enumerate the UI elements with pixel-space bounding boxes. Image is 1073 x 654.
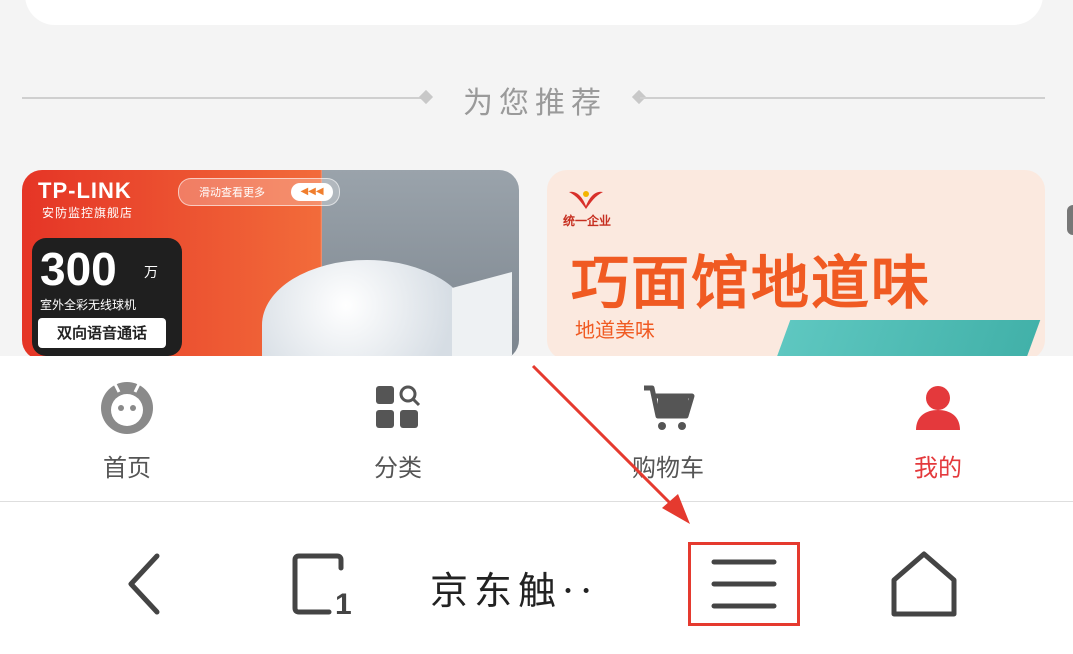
divider-right bbox=[640, 97, 1045, 99]
tongyi-logo-text: 统一企业 bbox=[563, 214, 612, 228]
feature-tag: 双向语音通话 bbox=[38, 318, 166, 348]
product-package-image bbox=[775, 320, 1041, 360]
swipe-more-pill[interactable]: 滑动查看更多 ◀◀◀ bbox=[178, 178, 340, 206]
divider-left bbox=[22, 97, 422, 99]
tab-cart[interactable]: 购物车 bbox=[568, 356, 768, 501]
tab-home[interactable]: 首页 bbox=[27, 356, 227, 501]
camera-mount-image bbox=[452, 271, 512, 360]
tab-mine-label: 我的 bbox=[914, 454, 962, 482]
tab-count: 1 bbox=[335, 588, 352, 621]
jd-mascot-icon bbox=[101, 382, 153, 434]
product-description: 室外全彩无线球机 bbox=[40, 298, 137, 312]
category-icon bbox=[376, 385, 421, 428]
top-content-card bbox=[25, 0, 1043, 25]
scroll-indicator[interactable] bbox=[1067, 205, 1073, 235]
product-card-tplink[interactable]: TP-LINK 安防监控旗舰店 滑动查看更多 ◀◀◀ 300 万 室外全彩无线球… bbox=[22, 170, 519, 360]
user-icon bbox=[916, 386, 960, 430]
tab-cart-label: 购物车 bbox=[632, 454, 704, 482]
swipe-arrow-icon: ◀◀◀ bbox=[291, 183, 333, 201]
menu-highlight-box bbox=[688, 542, 800, 626]
back-icon[interactable] bbox=[105, 544, 185, 624]
tab-category[interactable]: 分类 bbox=[298, 356, 498, 501]
promo-box: 300 万 室外全彩无线球机 双向语音通话 bbox=[32, 238, 182, 356]
browser-toolbar: 1 京东触·· bbox=[0, 502, 1073, 654]
brand-subtitle: 安防监控旗舰店 bbox=[42, 206, 134, 220]
home-icon[interactable] bbox=[884, 544, 964, 624]
brand-logo: TP-LINK bbox=[38, 178, 132, 203]
tongyi-logo-icon bbox=[569, 191, 603, 209]
bottom-tabbar: 首页 分类 购物车 我的 bbox=[0, 356, 1073, 502]
page-title: 京东触·· bbox=[430, 569, 599, 613]
recommend-header: 为您推荐 bbox=[0, 70, 1073, 126]
product-card-tongyi[interactable]: 统一企业 巧面馆地道味 地道美味 bbox=[547, 170, 1045, 360]
resolution-unit: 万 bbox=[144, 265, 158, 281]
diamond-left-icon bbox=[418, 89, 434, 105]
tab-category-label: 分类 bbox=[374, 454, 422, 482]
cart-icon bbox=[644, 385, 695, 430]
recommend-title: 为您推荐 bbox=[463, 86, 607, 121]
product-headline: 巧面馆地道味 bbox=[571, 251, 932, 316]
tab-home-label: 首页 bbox=[103, 454, 151, 482]
swipe-more-text: 滑动查看更多 bbox=[199, 186, 265, 199]
tabs-icon[interactable]: 1 bbox=[285, 544, 365, 624]
product-subheadline: 地道美味 bbox=[575, 318, 655, 342]
tab-mine[interactable]: 我的 bbox=[838, 356, 1038, 501]
resolution-number: 300 bbox=[40, 243, 117, 295]
